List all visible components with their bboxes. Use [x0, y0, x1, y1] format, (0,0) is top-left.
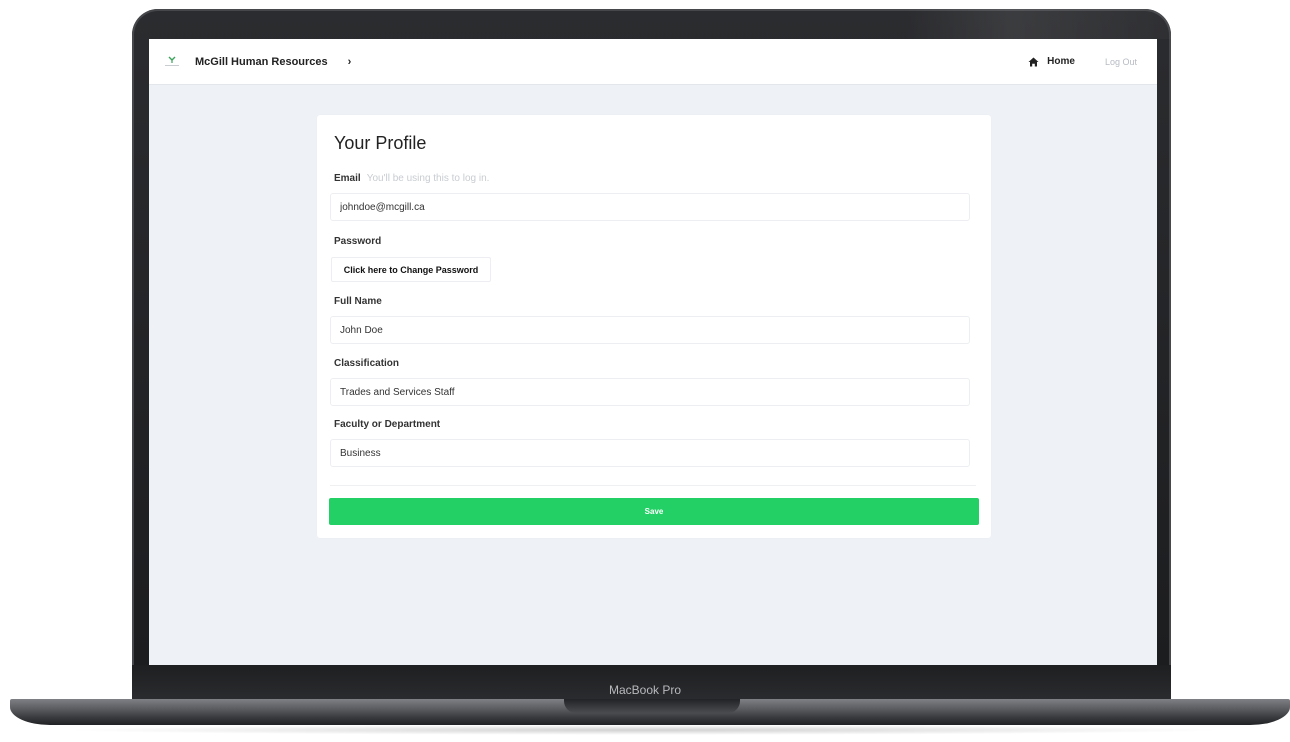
home-link[interactable]: Home	[1028, 56, 1075, 67]
department-field[interactable]	[330, 439, 970, 467]
home-icon	[1028, 57, 1039, 66]
breadcrumb-chevron-icon: ›	[347, 55, 352, 68]
email-label: Email You'll be using this to log in.	[334, 173, 489, 184]
email-hint: You'll be using this to log in.	[366, 173, 490, 184]
email-field[interactable]	[330, 193, 970, 221]
device-label: MacBook Pro	[608, 683, 682, 697]
email-label-text: Email	[334, 173, 361, 184]
lid-glare	[905, 9, 1171, 39]
logo-icon	[164, 56, 180, 68]
classification-label: Classification	[334, 358, 400, 369]
home-label: Home	[1047, 56, 1075, 67]
full-name-label: Full Name	[334, 296, 382, 307]
full-name-field[interactable]	[330, 316, 970, 344]
laptop-shadow	[60, 725, 1230, 735]
password-label: Password	[334, 236, 382, 247]
page-title: Your Profile	[334, 133, 427, 153]
nav-right: Home Log Out	[1028, 56, 1137, 67]
save-button[interactable]: Save	[329, 498, 979, 525]
form-divider	[330, 485, 976, 486]
brand-title[interactable]: McGill Human Resources	[195, 56, 328, 68]
department-label: Faculty or Department	[334, 419, 441, 430]
laptop-screen: McGill Human Resources › Home Log Out Yo…	[149, 39, 1157, 665]
logout-link[interactable]: Log Out	[1105, 57, 1137, 67]
classification-field[interactable]	[330, 378, 970, 406]
profile-card: Your Profile Email You'll be using this t…	[317, 115, 991, 538]
change-password-button[interactable]: Click here to Change Password	[331, 257, 491, 282]
navbar: McGill Human Resources › Home Log Out	[149, 39, 1157, 85]
laptop-notch	[564, 699, 740, 713]
